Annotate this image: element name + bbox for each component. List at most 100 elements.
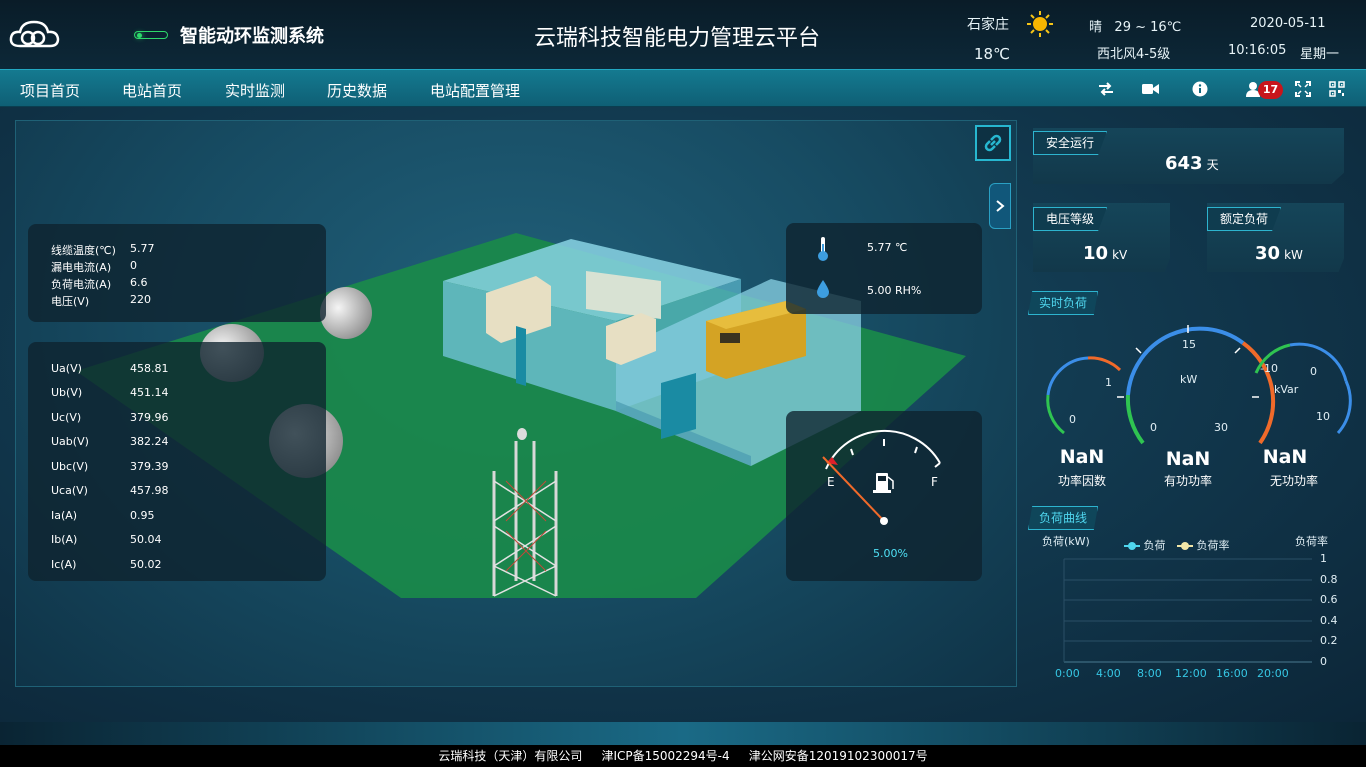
nav-station-config[interactable]: 电站配置管理 bbox=[430, 80, 520, 101]
fuel-needle bbox=[822, 456, 885, 522]
ap-tick-30: 30 bbox=[1214, 421, 1228, 434]
rated-load-label: 额定负荷 bbox=[1207, 207, 1282, 231]
temperature-range: 29 ~ 16℃ bbox=[1114, 20, 1182, 35]
param-value: 382.24 bbox=[130, 435, 169, 448]
param-value: 457.98 bbox=[130, 484, 169, 497]
param-label: Ia(A) bbox=[51, 509, 78, 522]
y2-tick: 0.4 bbox=[1320, 614, 1338, 627]
time: 10:16:05 bbox=[1228, 43, 1287, 58]
param-value: 379.96 bbox=[130, 411, 169, 424]
env-temperature: 5.77 ℃ bbox=[867, 241, 908, 254]
sun-icon bbox=[1027, 11, 1053, 37]
voltage-level-label: 电压等级 bbox=[1033, 207, 1108, 231]
legend-load-text: 负荷 bbox=[1143, 539, 1166, 552]
link-icon[interactable] bbox=[975, 125, 1011, 161]
x-tick: 16:00 bbox=[1216, 667, 1248, 680]
load-current-label: 负荷电流(A) bbox=[51, 278, 112, 291]
weather-desc: 晴 bbox=[1089, 20, 1103, 35]
footer-police-record[interactable]: 津公网安备12019102300017号 bbox=[749, 749, 928, 763]
param-value: 50.02 bbox=[130, 558, 162, 571]
nav-realtime-monitor[interactable]: 实时监测 bbox=[225, 80, 285, 101]
param-label: Ic(A) bbox=[51, 558, 77, 571]
safe-run-unit: 天 bbox=[1206, 158, 1219, 172]
param-value: 379.39 bbox=[130, 460, 169, 473]
switch-icon[interactable] bbox=[1097, 80, 1115, 98]
cable-monitor-panel: 线缆温度(℃) 5.77 漏电电流(A) 0 负荷电流(A) 6.6 电压(V)… bbox=[28, 224, 326, 322]
leakage-current-label: 漏电电流(A) bbox=[51, 261, 112, 274]
weather-city: 石家庄 bbox=[967, 17, 1009, 33]
active-power-label: 有功功率 bbox=[1163, 474, 1212, 488]
load-axis-label: 负荷(kW) bbox=[1042, 535, 1090, 548]
pf-tick-1: 1 bbox=[1105, 376, 1112, 389]
rated-load-value: 30 kW bbox=[1255, 243, 1303, 264]
active-power-value: NaN bbox=[1165, 448, 1211, 470]
nav-history-data[interactable]: 历史数据 bbox=[327, 80, 387, 101]
footer-icp[interactable]: 津ICP备15002294号-4 bbox=[601, 749, 729, 763]
load-chart-title: 负荷曲线 bbox=[1028, 506, 1099, 530]
header: 智能动环监测系统 云瑞科技智能电力管理云平台 石家庄 18℃ 晴 29 ~ 16… bbox=[0, 0, 1366, 69]
x-tick: 0:00 bbox=[1055, 667, 1080, 680]
fullscreen-icon[interactable] bbox=[1294, 80, 1312, 98]
ap-unit: kW bbox=[1180, 373, 1198, 386]
fuel-full-label: F bbox=[931, 475, 938, 489]
fuel-level-text: 5.00% bbox=[873, 547, 908, 560]
y2-tick: 1 bbox=[1320, 552, 1327, 565]
y2-tick: 0.8 bbox=[1320, 573, 1338, 586]
param-value: 50.04 bbox=[130, 533, 162, 546]
power-factor-gauge bbox=[1046, 356, 1122, 435]
video-camera-icon[interactable] bbox=[1141, 80, 1159, 98]
x-tick: 4:00 bbox=[1096, 667, 1121, 680]
platform-title: 云瑞科技智能电力管理云平台 bbox=[534, 26, 821, 51]
legend-load: 负荷 bbox=[1124, 537, 1166, 553]
footer: 云瑞科技（天津）有限公司 津ICP备15002294号-4 津公网安备12019… bbox=[0, 745, 1366, 767]
cable-temp-value: 5.77 bbox=[130, 242, 155, 255]
rated-load-unit: kW bbox=[1284, 248, 1303, 262]
footer-company: 云瑞科技（天津）有限公司 bbox=[438, 749, 583, 763]
chevron-right-icon[interactable] bbox=[989, 183, 1011, 229]
voltage-level-number: 10 bbox=[1083, 243, 1109, 264]
pf-tick-0: 0 bbox=[1069, 413, 1076, 426]
param-label: Ib(A) bbox=[51, 533, 78, 546]
satellite-dish-1 bbox=[320, 287, 372, 339]
cloud-logo-icon bbox=[9, 20, 60, 48]
voltage-level-unit: kV bbox=[1112, 248, 1128, 262]
footer-decoration bbox=[0, 722, 1366, 745]
safe-run-label: 安全运行 bbox=[1033, 131, 1108, 155]
voltage-level-value: 10 kV bbox=[1083, 243, 1127, 264]
nav-project-home[interactable]: 项目首页 bbox=[20, 80, 80, 101]
realtime-load-title: 实时负荷 bbox=[1028, 291, 1099, 315]
rated-load-number: 30 bbox=[1255, 243, 1281, 264]
param-value: 451.14 bbox=[130, 386, 169, 399]
rp-unit: kVar bbox=[1274, 383, 1299, 396]
voltage-value: 220 bbox=[130, 293, 151, 306]
param-label: Ubc(V) bbox=[51, 460, 89, 473]
main-nav: 项目首页 电站首页 实时监测 历史数据 电站配置管理 bbox=[0, 69, 1366, 107]
nav-station-home[interactable]: 电站首页 bbox=[122, 80, 182, 101]
param-value: 0.95 bbox=[130, 509, 155, 522]
leakage-current-value: 0 bbox=[130, 259, 137, 272]
ap-tick-0: 0 bbox=[1150, 421, 1157, 434]
fuel-gauge bbox=[822, 429, 941, 525]
alarm-count-badge[interactable]: 17 bbox=[1258, 81, 1283, 99]
qrcode-icon[interactable] bbox=[1328, 80, 1346, 98]
x-tick: 12:00 bbox=[1175, 667, 1207, 680]
fuel-level-panel: E F 5.00% bbox=[786, 411, 982, 581]
humidity-drop-icon bbox=[817, 280, 829, 298]
environment-panel: 5.77 ℃ 5.00 RH% bbox=[786, 223, 982, 314]
info-icon[interactable] bbox=[1191, 80, 1209, 98]
legend-load-rate-text: 负荷率 bbox=[1196, 539, 1230, 552]
y2-tick: 0.6 bbox=[1320, 593, 1338, 606]
legend-load-swatch bbox=[1124, 542, 1140, 550]
param-value: 458.81 bbox=[130, 362, 169, 375]
legend-load-rate-swatch bbox=[1177, 542, 1193, 550]
power-factor-value: NaN bbox=[1059, 446, 1105, 468]
cable-temp-label: 线缆温度(℃) bbox=[51, 244, 116, 257]
power-factor-label: 功率因数 bbox=[1057, 474, 1106, 488]
param-label: Ub(V) bbox=[51, 386, 83, 399]
load-current-value: 6.6 bbox=[130, 276, 148, 289]
param-label: Uca(V) bbox=[51, 484, 88, 497]
thermometer-icon bbox=[818, 237, 828, 261]
x-tick: 8:00 bbox=[1137, 667, 1162, 680]
fuel-empty-label: E bbox=[827, 475, 835, 489]
ap-tick-15: 15 bbox=[1182, 338, 1196, 351]
